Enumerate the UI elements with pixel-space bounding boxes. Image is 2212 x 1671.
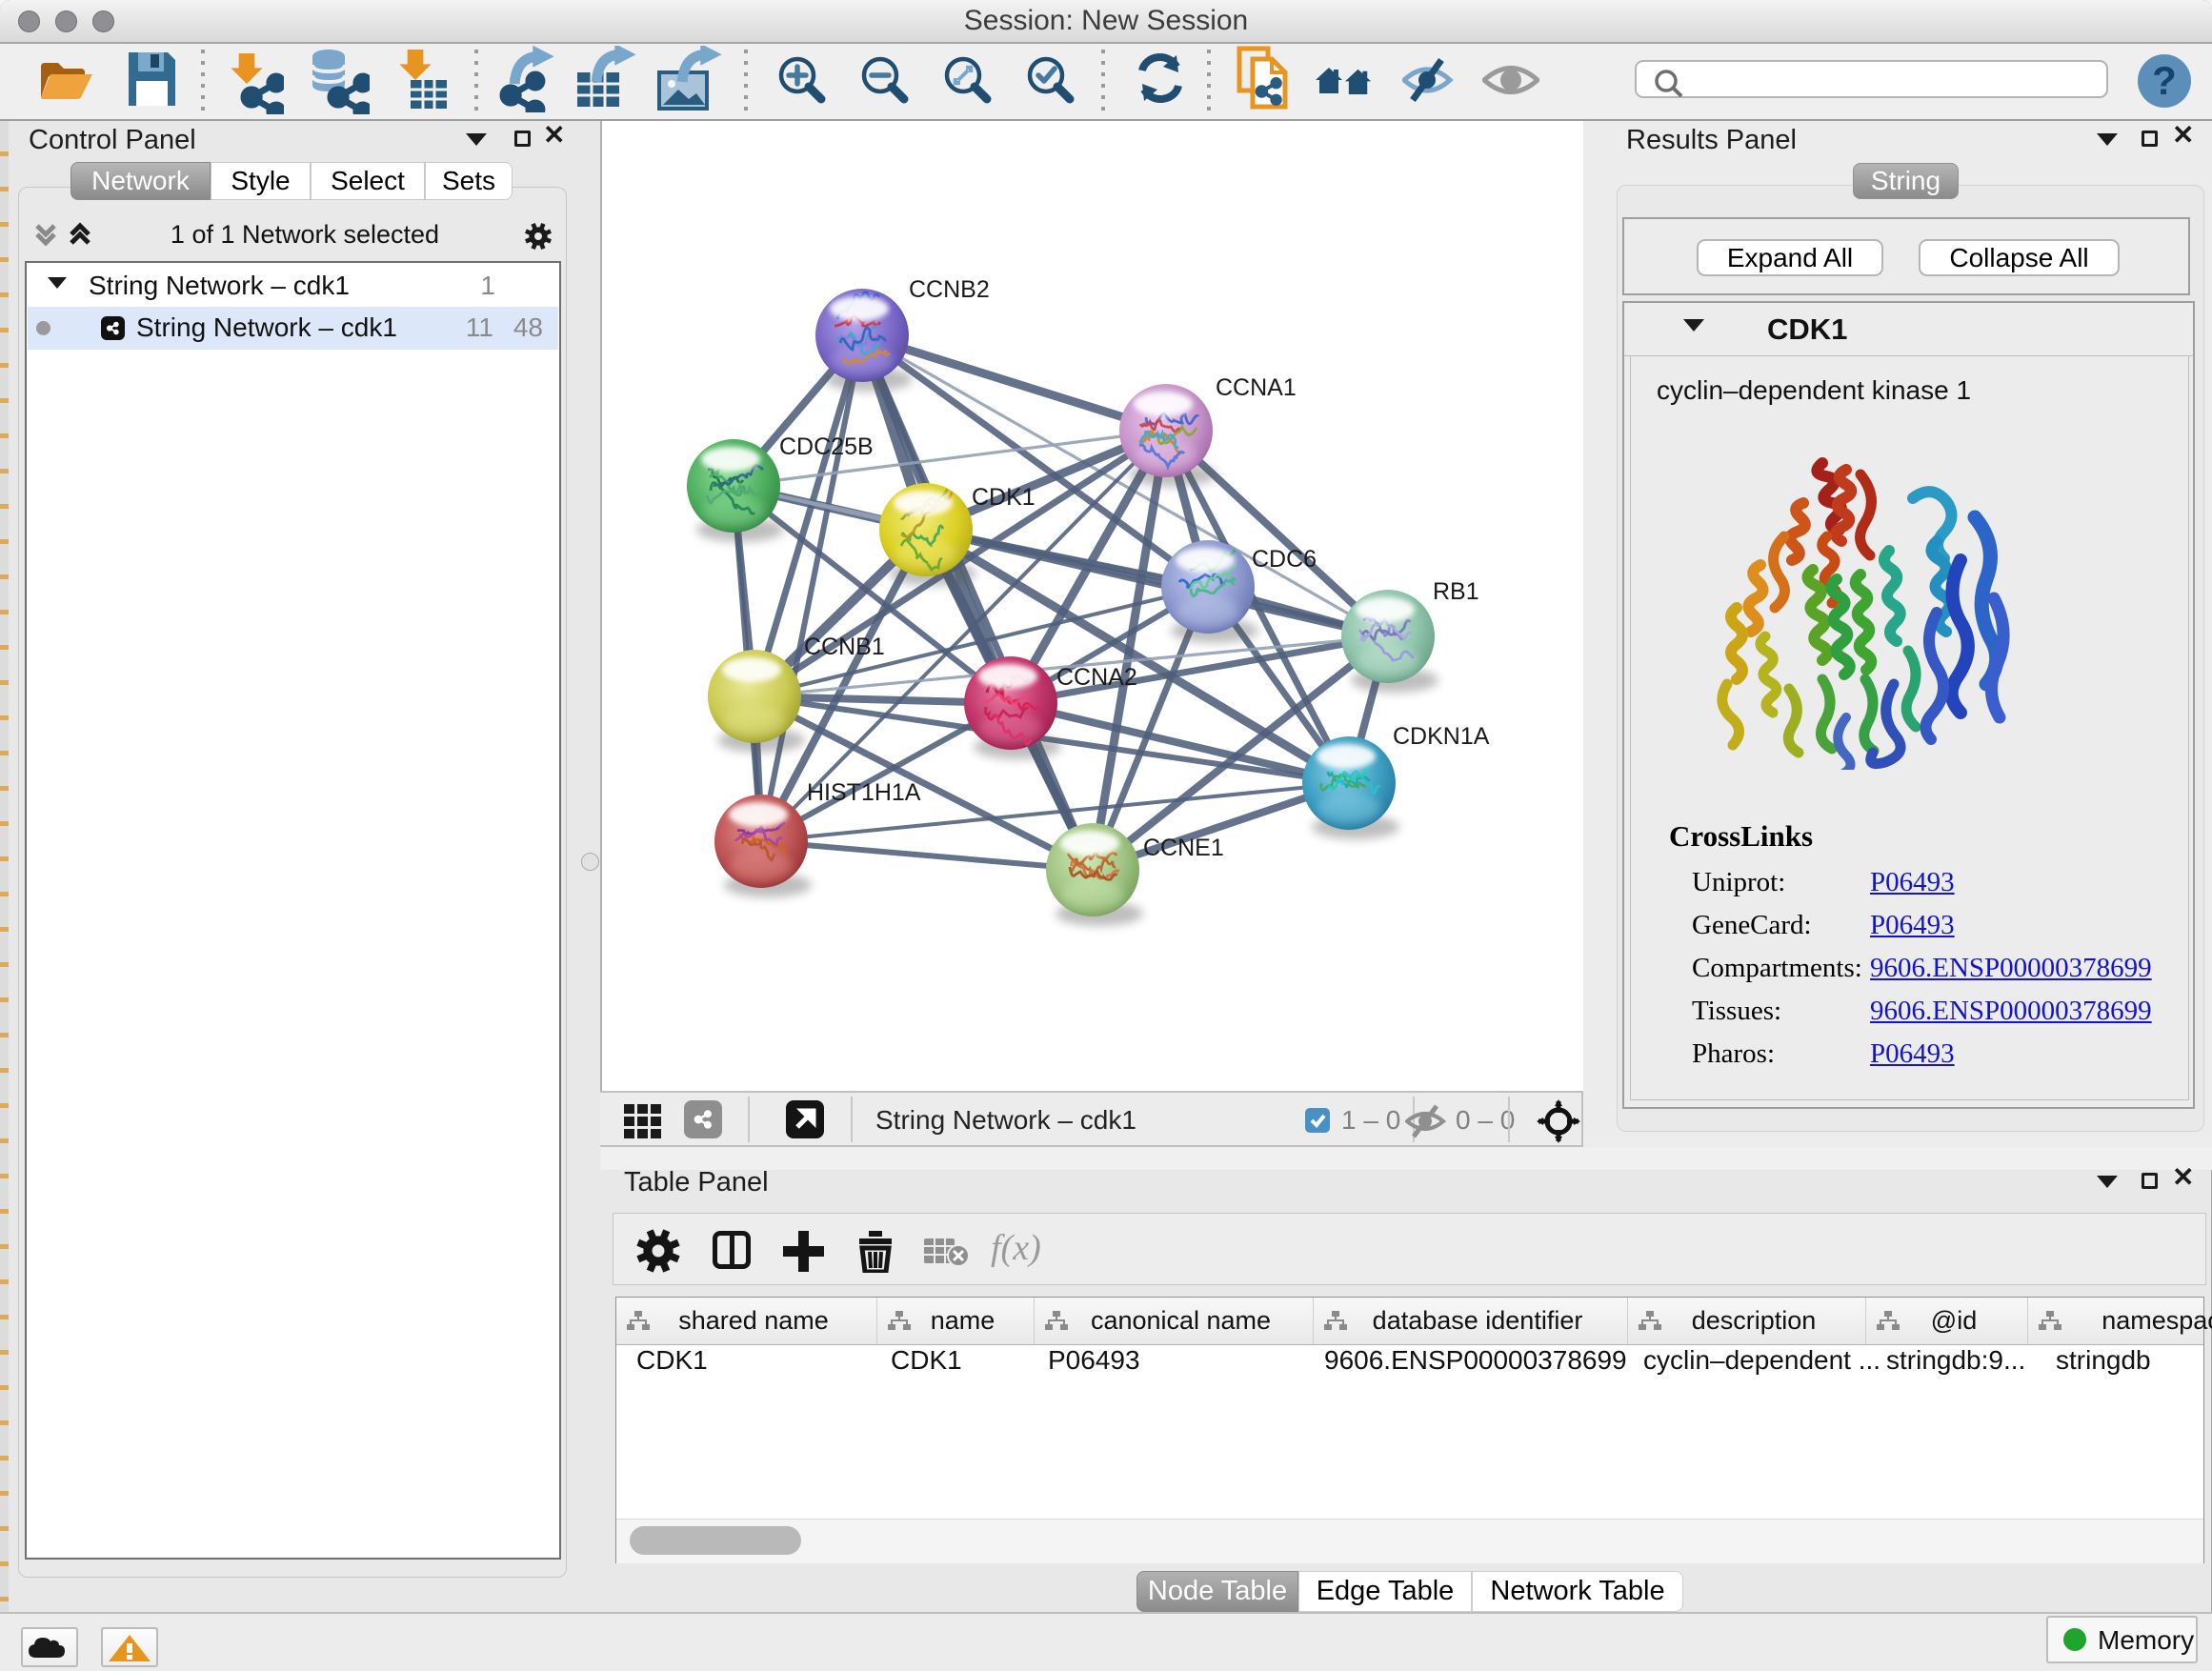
svg-text:CDC6: CDC6 bbox=[1252, 546, 1317, 573]
svg-text:CCNB2: CCNB2 bbox=[909, 276, 990, 303]
svg-text:CCNB1: CCNB1 bbox=[804, 634, 885, 660]
svg-text:CCNA2: CCNA2 bbox=[1056, 664, 1137, 691]
svg-text:HIST1H1A: HIST1H1A bbox=[807, 779, 921, 806]
svg-text:RB1: RB1 bbox=[1433, 578, 1479, 605]
svg-text:CDC25B: CDC25B bbox=[779, 433, 874, 460]
svg-text:CDKN1A: CDKN1A bbox=[1393, 723, 1490, 750]
svg-text:CCNE1: CCNE1 bbox=[1143, 835, 1224, 861]
svg-text:?: ? bbox=[2152, 58, 2177, 103]
svg-text:CDK1: CDK1 bbox=[972, 484, 1036, 511]
svg-text:CCNA1: CCNA1 bbox=[1216, 374, 1297, 401]
